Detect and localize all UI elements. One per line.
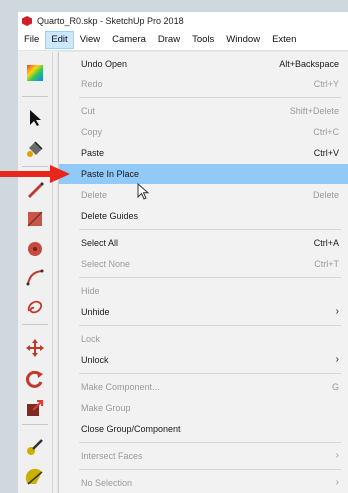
menu-item-make-group[interactable]: Make Group (59, 398, 348, 418)
menu-window[interactable]: Window (220, 31, 266, 49)
sketchup-window: Quarto_R0.skp - SketchUp Pro 2018 File E… (18, 12, 348, 493)
left-toolbar (18, 52, 53, 493)
menu-separator (79, 97, 341, 98)
rotate-icon[interactable] (24, 368, 46, 390)
freehand-loop-icon[interactable] (24, 296, 46, 318)
menu-separator (79, 325, 341, 326)
menu-file[interactable]: File (18, 31, 45, 49)
menu-tools[interactable]: Tools (186, 31, 220, 49)
menu-separator (79, 442, 341, 443)
menu-item-select-all[interactable]: Select All Ctrl+A (59, 233, 348, 253)
red-arrow-icon (0, 165, 70, 183)
menu-item-copy[interactable]: Copy Ctrl+C (59, 122, 348, 142)
menu-camera[interactable]: Camera (106, 31, 152, 49)
menu-item-close-group-component[interactable]: Close Group/Component (59, 419, 348, 439)
chevron-right-icon: › (335, 477, 339, 488)
menu-separator (79, 277, 341, 278)
menu-extensions[interactable]: Exten (266, 31, 302, 49)
menu-item-paste[interactable]: Paste Ctrl+V (59, 143, 348, 163)
edit-menu-dropdown: Undo Open Alt+Backspace Redo Ctrl+Y Cut … (58, 52, 348, 493)
menu-item-select-none[interactable]: Select None Ctrl+T (59, 254, 348, 274)
menu-item-redo[interactable]: Redo Ctrl+Y (59, 74, 348, 94)
title-bar: Quarto_R0.skp - SketchUp Pro 2018 (18, 12, 348, 30)
menu-separator (79, 229, 341, 230)
protractor-icon[interactable] (24, 466, 46, 488)
menu-item-intersect-faces[interactable]: Intersect Faces › (59, 446, 348, 466)
menu-item-delete-guides[interactable]: Delete Guides (59, 206, 348, 226)
chevron-right-icon: › (335, 306, 339, 317)
menu-item-undo-open[interactable]: Undo Open Alt+Backspace (59, 54, 348, 74)
menu-item-cut[interactable]: Cut Shift+Delete (59, 101, 348, 121)
menu-view[interactable]: View (74, 31, 106, 49)
menu-item-hide[interactable]: Hide (59, 281, 348, 301)
menu-bar: File Edit View Camera Draw Tools Window … (18, 30, 348, 51)
menu-separator (79, 373, 341, 374)
menu-item-lock[interactable]: Lock (59, 329, 348, 349)
tape-measure-icon[interactable] (24, 436, 46, 458)
menu-item-make-component[interactable]: Make Component... G (59, 377, 348, 397)
menu-draw[interactable]: Draw (152, 31, 186, 49)
paint-bucket-icon[interactable] (24, 138, 46, 160)
scale-icon[interactable] (24, 397, 46, 419)
mouse-cursor-icon (137, 183, 150, 200)
menu-item-delete[interactable]: Delete Delete (59, 185, 348, 205)
menu-separator (79, 469, 341, 470)
chevron-right-icon: › (335, 354, 339, 365)
chevron-right-icon: › (335, 450, 339, 461)
rectangle-icon[interactable] (24, 208, 46, 230)
circle-icon[interactable] (24, 238, 46, 260)
menu-item-paste-in-place[interactable]: Paste In Place (59, 164, 348, 184)
arc-icon[interactable] (24, 267, 46, 289)
menu-item-unlock[interactable]: Unlock › (59, 350, 348, 370)
move-icon[interactable] (24, 337, 46, 359)
menu-item-no-selection[interactable]: No Selection › (59, 473, 348, 493)
sketchup-logo-icon (22, 16, 32, 26)
menu-item-unhide[interactable]: Unhide › (59, 302, 348, 322)
menu-edit[interactable]: Edit (45, 31, 74, 49)
window-title: Quarto_R0.skp - SketchUp Pro 2018 (37, 16, 184, 26)
color-swatch-icon[interactable] (24, 62, 46, 84)
select-arrow-icon[interactable] (24, 107, 46, 129)
